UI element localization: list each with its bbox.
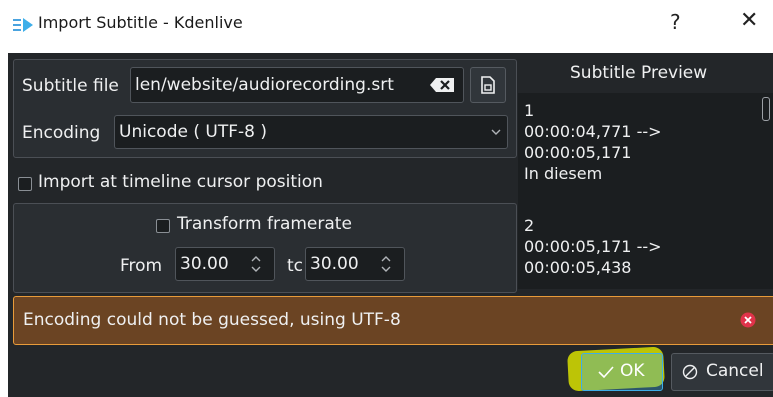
preview-line: 00:00:05,171 (524, 143, 632, 162)
preview-line: In diesem (524, 164, 603, 183)
ok-button[interactable]: OK (581, 353, 663, 391)
from-value: 30.00 (180, 254, 229, 274)
help-button[interactable]: ? (670, 10, 681, 34)
import-at-cursor-label: Import at timeline cursor position (38, 172, 323, 192)
title-bar: Import Subtitle - Kdenlive ? ✕ (0, 0, 773, 53)
subtitle-file-value: len/website/audiorecording.srt (135, 75, 394, 95)
to-label: tc (287, 256, 304, 276)
preview-line: 00:00:05,171 --> (524, 237, 662, 256)
import-subtitle-dialog: Subtitle file len/website/audiorecording… (8, 53, 773, 397)
preview-line: 00:00:04,771 --> (524, 122, 662, 141)
subtitle-preview-area[interactable]: 1 00:00:04,771 --> 00:00:05,171 In diese… (518, 93, 773, 289)
kdenlive-app-icon (13, 18, 33, 32)
encoding-value: Unicode ( UTF-8 ) (119, 122, 267, 142)
warning-message-bar: Encoding could not be guessed, using UTF… (13, 296, 773, 345)
checkmark-icon (598, 366, 614, 379)
to-spinbox[interactable]: 30.00 (305, 247, 405, 281)
subtitle-file-input[interactable]: len/website/audiorecording.srt (130, 67, 464, 103)
cancel-button[interactable]: Cancel (671, 353, 773, 391)
from-spinbox[interactable]: 30.00 (175, 247, 275, 281)
encoding-label: Encoding (22, 123, 101, 143)
cancel-icon (682, 364, 698, 380)
warning-message-text: Encoding could not be guessed, using UTF… (23, 310, 401, 330)
preview-line: 00:00:05,438 (524, 258, 632, 277)
subtitle-preview-title: Subtitle Preview (570, 63, 708, 83)
subtitle-file-label: Subtitle file (22, 76, 119, 96)
preview-line: 1 (524, 101, 535, 120)
from-label: From (120, 256, 163, 276)
preview-scrollbar[interactable] (762, 97, 770, 121)
chevron-down-icon (491, 129, 501, 135)
window-title: Import Subtitle - Kdenlive (38, 13, 243, 32)
spin-arrows-icon[interactable] (380, 255, 392, 273)
browse-file-button[interactable] (470, 67, 506, 103)
transform-framerate-checkbox[interactable] (156, 219, 170, 233)
to-value: 30.00 (310, 254, 359, 274)
clear-text-icon[interactable] (429, 77, 455, 93)
close-message-icon[interactable] (740, 312, 756, 328)
ok-button-label: OK (620, 361, 645, 381)
spin-arrows-icon[interactable] (250, 255, 262, 273)
transform-framerate-label: Transform framerate (177, 214, 352, 234)
cancel-button-label: Cancel (706, 361, 764, 381)
encoding-select[interactable]: Unicode ( UTF-8 ) (114, 115, 508, 149)
import-at-cursor-checkbox[interactable] (18, 177, 32, 191)
close-button[interactable]: ✕ (740, 8, 758, 33)
preview-line: 2 (524, 216, 535, 235)
open-file-icon (481, 76, 495, 94)
